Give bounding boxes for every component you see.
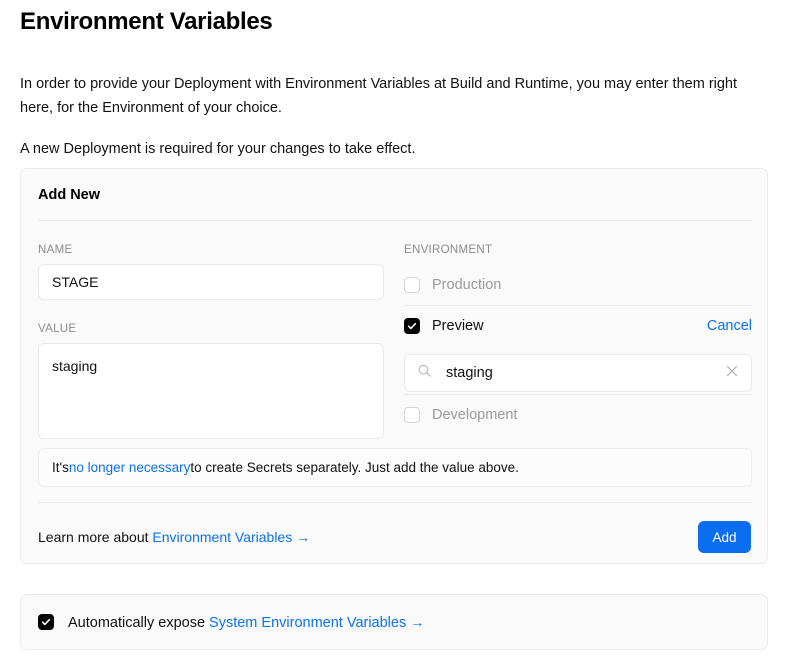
- search-icon: [417, 363, 432, 383]
- page-title: Environment Variables: [20, 8, 273, 35]
- checkbox-preview[interactable]: [404, 317, 420, 334]
- add-new-card: Add New NAME VALUE ENVIRONMENT Productio…: [20, 168, 768, 564]
- branch-search-input[interactable]: [444, 364, 725, 382]
- environment-options: Production Preview Cancel Development: [404, 264, 752, 435]
- secrets-notice-suffix: to create Secrets separately. Just add t…: [190, 460, 519, 475]
- card-title: Add New: [38, 187, 101, 203]
- name-label: NAME: [38, 244, 73, 256]
- environment-row-production[interactable]: Production: [404, 264, 752, 305]
- secrets-notice-prefix: It's: [52, 460, 69, 475]
- secrets-notice: It's no longer necessary to create Secre…: [38, 448, 752, 487]
- system-env-vars-card: Automatically expose System Environment …: [20, 594, 768, 650]
- environment-variables-link[interactable]: Environment Variables: [152, 529, 292, 545]
- environment-row-preview[interactable]: Preview Cancel: [404, 305, 752, 346]
- checkbox-production[interactable]: [404, 276, 420, 293]
- checkbox-development[interactable]: [404, 406, 420, 423]
- value-label: VALUE: [38, 323, 77, 335]
- cancel-link[interactable]: Cancel: [707, 318, 752, 334]
- learn-more-text: Learn more about Environment Variables →: [38, 529, 310, 545]
- learn-more-prefix: Learn more about: [38, 529, 153, 545]
- branch-search-box[interactable]: [404, 354, 752, 392]
- environment-variables-page: Environment Variables In order to provid…: [0, 0, 796, 669]
- close-icon[interactable]: [725, 364, 739, 383]
- arrow-right-icon-bottom: →: [410, 613, 425, 630]
- intro-paragraph-1: In order to provide your Deployment with…: [20, 75, 738, 116]
- checkbox-auto-expose[interactable]: [38, 614, 54, 630]
- name-input[interactable]: [38, 264, 384, 300]
- no-longer-necessary-link[interactable]: no longer necessary: [69, 460, 191, 475]
- arrow-right-icon: →: [296, 529, 311, 545]
- system-environment-variables-link[interactable]: System Environment Variables: [209, 615, 406, 631]
- divider-header: [38, 220, 752, 221]
- divider-footer: [38, 502, 752, 503]
- environment-label-development: Development: [432, 406, 518, 423]
- value-textarea[interactable]: [38, 343, 384, 439]
- auto-expose-label: Automatically expose System Environment …: [68, 614, 424, 631]
- add-button[interactable]: Add: [698, 521, 751, 553]
- environment-label: ENVIRONMENT: [404, 244, 493, 256]
- intro-paragraph-2: A new Deployment is required for your ch…: [20, 140, 416, 157]
- environment-row-development[interactable]: Development: [404, 394, 752, 435]
- environment-label-preview: Preview: [432, 317, 484, 334]
- environment-label-production: Production: [432, 276, 502, 293]
- auto-expose-prefix: Automatically expose: [68, 614, 210, 631]
